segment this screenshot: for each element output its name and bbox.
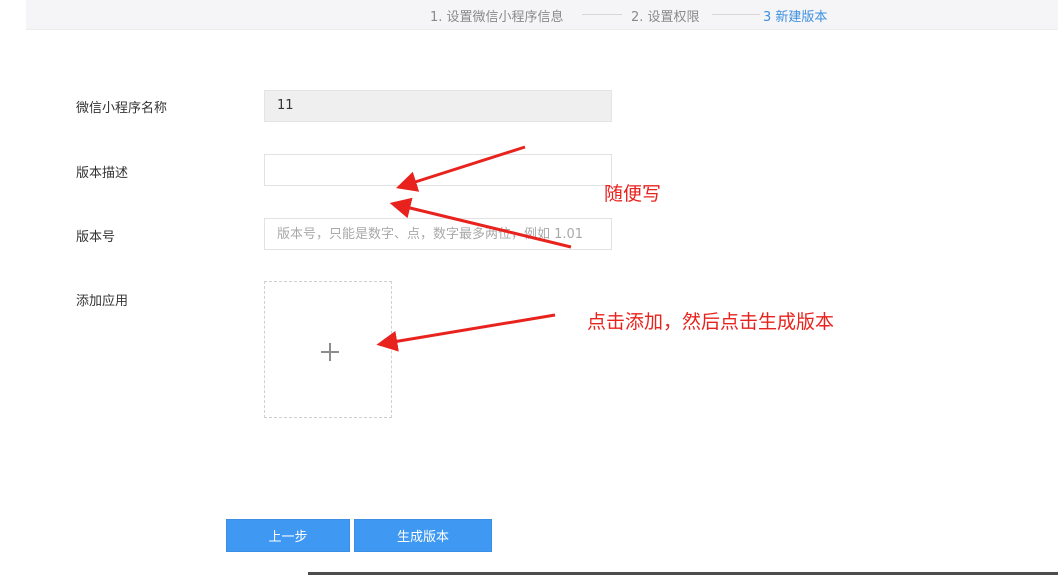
version-input[interactable] <box>264 218 612 250</box>
step-2-label: 2. 设置权限 <box>631 10 700 25</box>
plus-icon <box>321 342 341 362</box>
arrow-to-upload <box>376 313 556 352</box>
name-field: 11 <box>264 90 612 122</box>
annotation-note-1: 随便写 <box>604 183 662 205</box>
steps-bar: 1. 设置微信小程序信息 2. 设置权限 3 新建版本 <box>26 0 1058 30</box>
step-connector <box>582 14 622 15</box>
description-input[interactable] <box>264 154 612 186</box>
name-label: 微信小程序名称 <box>76 101 168 116</box>
description-label: 版本描述 <box>76 166 129 181</box>
annotation-note-2: 点击添加，然后点击生成版本 <box>587 311 835 333</box>
add-app-label: 添加应用 <box>76 294 129 309</box>
step-3-label: 3 新建版本 <box>763 10 828 25</box>
version-label: 版本号 <box>76 230 116 245</box>
add-app-upload[interactable] <box>264 281 392 418</box>
prev-step-button[interactable]: 上一步 <box>226 519 350 552</box>
step-1-label: 1. 设置微信小程序信息 <box>430 10 564 25</box>
annotation-arrows <box>376 145 572 352</box>
step-connector <box>712 14 760 15</box>
generate-version-button[interactable]: 生成版本 <box>354 519 492 552</box>
